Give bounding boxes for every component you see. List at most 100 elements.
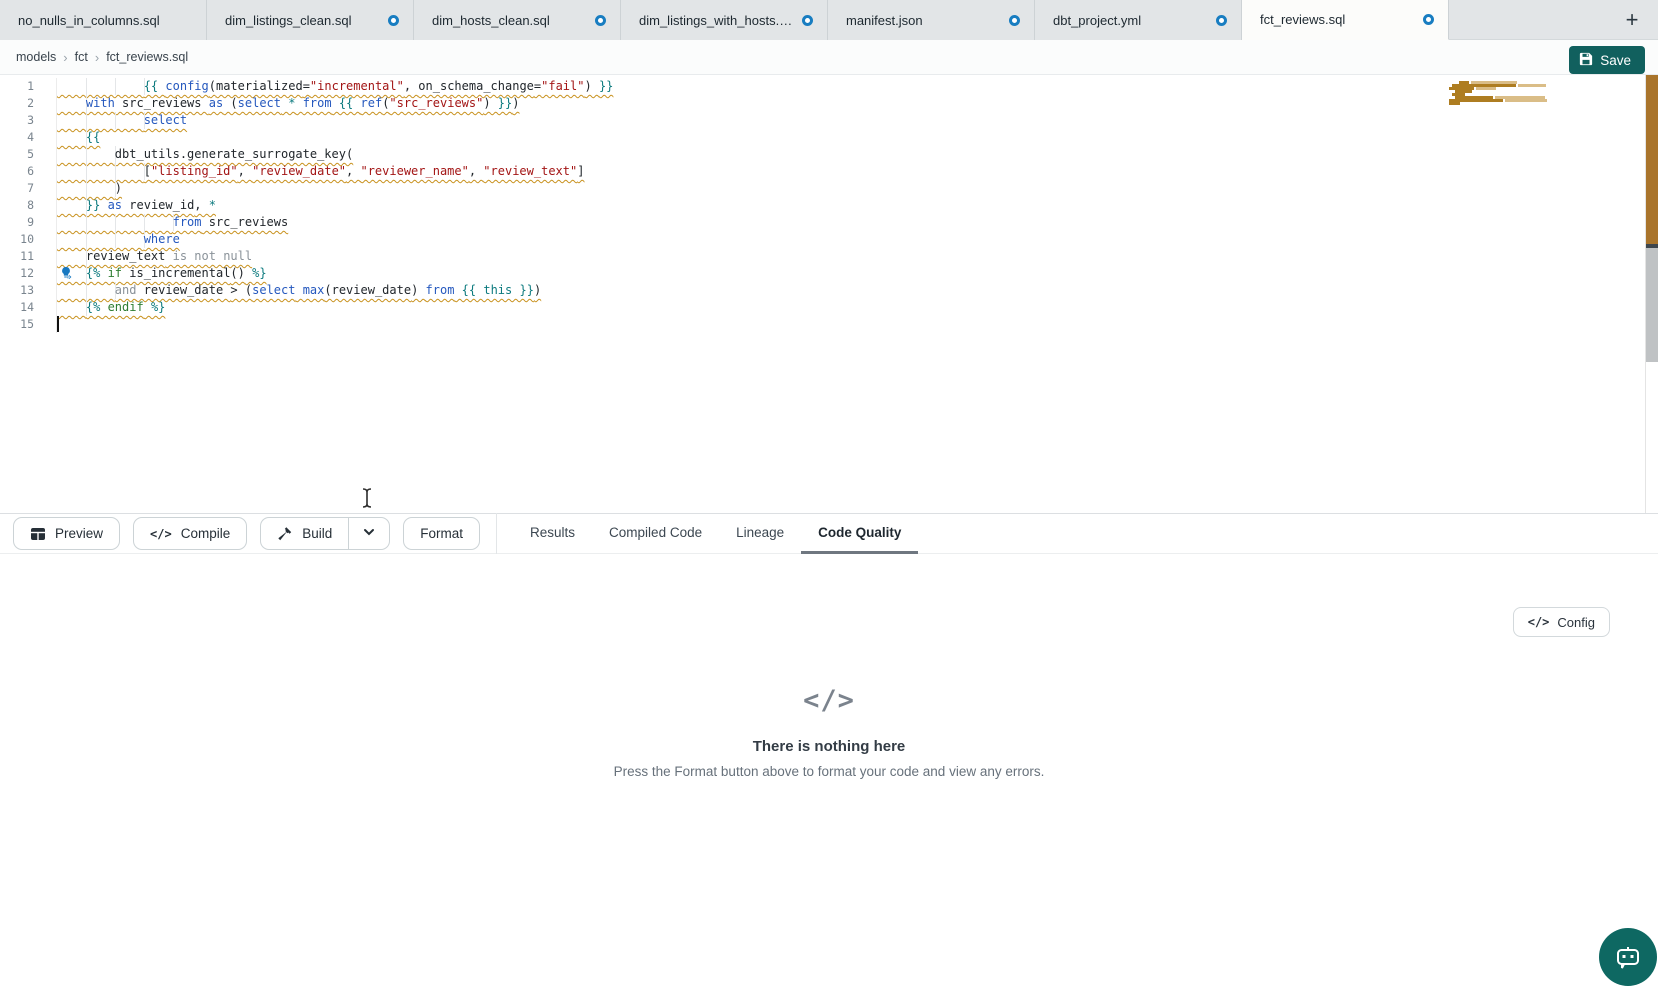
- empty-state-subtitle: Press the Format button above to format …: [0, 764, 1658, 779]
- line-number: 7: [0, 180, 34, 197]
- file-tab[interactable]: manifest.json: [828, 0, 1035, 40]
- breadcrumb: models › fct › fct_reviews.sql: [0, 40, 1658, 75]
- code-line[interactable]: 15: [0, 316, 1658, 333]
- compile-code-icon: </>: [150, 527, 172, 541]
- overview-warning-marks: [1646, 75, 1658, 246]
- code-line[interactable]: 9 from src_reviews: [0, 214, 1658, 231]
- code-line[interactable]: 5 dbt_utils.generate_surrogate_key(: [0, 146, 1658, 163]
- code-line[interactable]: 1 {{ config(materialized="incremental", …: [0, 78, 1658, 95]
- breadcrumb-item[interactable]: models: [16, 50, 56, 64]
- modified-dot-icon: [1216, 15, 1227, 26]
- config-button[interactable]: </> Config: [1513, 607, 1610, 637]
- save-button[interactable]: Save: [1569, 46, 1645, 74]
- empty-state-title: There is nothing here: [0, 738, 1658, 755]
- modified-dot-icon: [595, 15, 606, 26]
- minimap-code-mark: [1518, 84, 1546, 87]
- line-number: 1: [0, 78, 34, 95]
- tab-compiled-code[interactable]: Compiled Code: [592, 513, 719, 554]
- modified-dot-icon: [802, 15, 813, 26]
- file-tab-bar: no_nulls_in_columns.sql dim_listings_clea…: [0, 0, 1658, 40]
- line-number: 13: [0, 282, 34, 299]
- line-number: 11: [0, 248, 34, 265]
- save-button-label: Save: [1600, 53, 1631, 68]
- code-line[interactable]: 8 }} as review_id, *: [0, 197, 1658, 214]
- compile-button-label: Compile: [181, 526, 231, 541]
- file-tab-label: no_nulls_in_columns.sql: [18, 13, 192, 28]
- code-line-text: review_text is not null: [57, 248, 252, 265]
- mouse-ibeam-cursor: [361, 487, 373, 509]
- code-line[interactable]: 7 ): [0, 180, 1658, 197]
- code-line-text: dbt_utils.generate_surrogate_key(: [57, 146, 353, 163]
- build-button[interactable]: Build: [260, 517, 348, 550]
- code-quality-panel: </> Config </> There is nothing here Pre…: [0, 555, 1658, 955]
- line-number: 2: [0, 95, 34, 112]
- format-button[interactable]: Format: [403, 517, 480, 550]
- code-line-text: {{ config(materialized="incremental", on…: [57, 78, 613, 95]
- minimap-code-mark: [1449, 102, 1460, 105]
- code-line-text: {{: [57, 129, 100, 146]
- line-number: 8: [0, 197, 34, 214]
- preview-button-label: Preview: [55, 526, 103, 541]
- code-line-text: ["listing_id", "review_date", "reviewer_…: [57, 163, 584, 180]
- code-line-text: }} as review_id, *: [57, 197, 216, 214]
- build-hammer-icon: [277, 526, 293, 542]
- file-tab[interactable]: dbt_project.yml: [1035, 0, 1242, 40]
- code-line-text: {% endif %}: [57, 299, 165, 316]
- code-line-text: {% if is_incremental() %}: [57, 265, 267, 282]
- build-split-button: Build: [260, 517, 390, 550]
- code-line[interactable]: 14 {% endif %}: [0, 299, 1658, 316]
- file-tab-label: manifest.json: [846, 13, 1001, 28]
- build-dropdown-button[interactable]: [348, 517, 390, 550]
- editor-scrollbar[interactable]: [1646, 75, 1658, 513]
- breadcrumb-chevron-icon: ›: [95, 50, 99, 65]
- code-line[interactable]: 13 and review_date > (select max(review_…: [0, 282, 1658, 299]
- line-number: 12: [0, 265, 34, 282]
- minimap-code-mark: [1505, 99, 1547, 102]
- compile-button[interactable]: </> Compile: [133, 517, 247, 550]
- file-tab[interactable]: dim_listings_clean.sql: [207, 0, 414, 40]
- save-floppy-icon: [1579, 52, 1593, 69]
- code-line-text: select: [57, 112, 187, 129]
- minimap-code-mark: [1476, 87, 1496, 90]
- code-line[interactable]: 4 {{: [0, 129, 1658, 146]
- line-number: 3: [0, 112, 34, 129]
- code-action-lightbulb-icon[interactable]: [59, 266, 73, 280]
- line-number: 5: [0, 146, 34, 163]
- text-caret: [57, 316, 59, 332]
- new-tab-button[interactable]: +: [1612, 0, 1652, 40]
- file-tab[interactable]: fct_reviews.sql: [1242, 0, 1449, 40]
- line-number: 6: [0, 163, 34, 180]
- breadcrumb-item[interactable]: fct: [75, 50, 88, 64]
- modified-dot-icon: [1423, 14, 1434, 25]
- code-line[interactable]: 11 review_text is not null: [0, 248, 1658, 265]
- config-button-label: Config: [1557, 615, 1595, 630]
- tab-lineage[interactable]: Lineage: [719, 513, 801, 554]
- breadcrumb-chevron-icon: ›: [63, 50, 67, 65]
- code-line[interactable]: 10 where: [0, 231, 1658, 248]
- code-line[interactable]: 2 with src_reviews as (select * from {{ …: [0, 95, 1658, 112]
- tab-code-quality[interactable]: Code Quality: [801, 513, 918, 554]
- code-line-text: from src_reviews: [57, 214, 288, 231]
- config-code-icon: </>: [1528, 615, 1550, 629]
- code-line-text: ): [57, 180, 122, 197]
- file-tab-label: fct_reviews.sql: [1260, 12, 1415, 27]
- modified-dot-icon: [388, 15, 399, 26]
- build-button-label: Build: [302, 526, 332, 541]
- file-tab[interactable]: dim_listings_with_hosts.sql: [621, 0, 828, 40]
- preview-button[interactable]: Preview: [13, 517, 120, 550]
- preview-table-icon: [30, 526, 46, 542]
- format-button-label: Format: [420, 526, 463, 541]
- file-tab-label: dbt_project.yml: [1053, 13, 1208, 28]
- breadcrumb-item[interactable]: fct_reviews.sql: [106, 50, 188, 64]
- file-tab[interactable]: dim_hosts_clean.sql: [414, 0, 621, 40]
- code-line[interactable]: 12 {% if is_incremental() %}: [0, 265, 1658, 282]
- editor-minimap[interactable]: [1445, 75, 1645, 513]
- line-number: 15: [0, 316, 34, 333]
- tab-results[interactable]: Results: [513, 513, 592, 554]
- file-tab[interactable]: no_nulls_in_columns.sql: [0, 0, 207, 40]
- code-line[interactable]: 6 ["listing_id", "review_date", "reviewe…: [0, 163, 1658, 180]
- line-number: 14: [0, 299, 34, 316]
- code-editor[interactable]: 1 {{ config(materialized="incremental", …: [0, 75, 1658, 513]
- assistant-chat-button[interactable]: [1599, 928, 1657, 986]
- code-line[interactable]: 3 select: [0, 112, 1658, 129]
